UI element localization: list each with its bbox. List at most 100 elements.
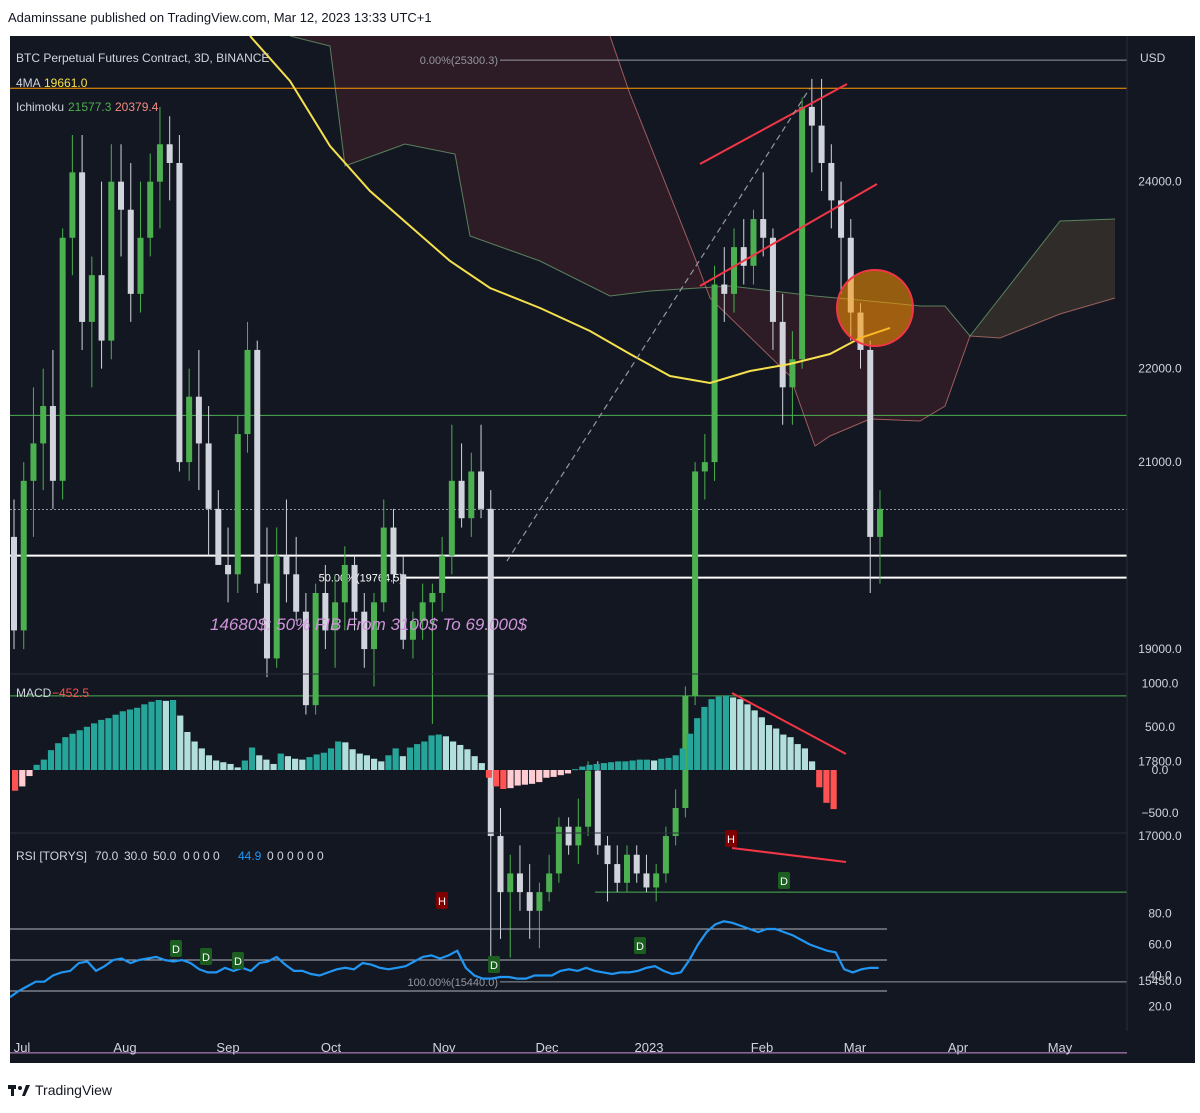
candle-body[interactable] — [876, 508, 883, 537]
candle-body[interactable] — [98, 275, 105, 341]
candle-body[interactable] — [351, 564, 358, 612]
candle-body[interactable] — [487, 508, 494, 837]
candle-body[interactable] — [643, 873, 650, 888]
candle-body[interactable] — [536, 892, 543, 911]
macd-bar — [593, 763, 600, 770]
candle-body[interactable] — [653, 873, 660, 888]
candle-body[interactable] — [808, 106, 815, 126]
macd-bar — [679, 748, 686, 770]
candle-body[interactable] — [273, 555, 280, 659]
candle-body[interactable] — [234, 434, 241, 575]
candle-body[interactable] — [721, 284, 728, 294]
candle-body[interactable] — [516, 873, 523, 893]
rsi-divergence-line[interactable] — [731, 847, 847, 863]
candle-body[interactable] — [88, 275, 95, 322]
candle-body[interactable] — [507, 873, 514, 893]
time-axis-tick[interactable]: 2023 — [635, 1040, 664, 1055]
rsi-label: RSI [TORYS] — [16, 849, 87, 863]
candle-body[interactable] — [283, 555, 290, 575]
time-axis-tick[interactable]: May — [1048, 1040, 1073, 1055]
candle-body[interactable] — [867, 349, 874, 537]
candle-body[interactable] — [215, 508, 222, 565]
candle-body[interactable] — [69, 172, 76, 238]
candle-body[interactable] — [254, 349, 261, 584]
candle-body[interactable] — [30, 443, 37, 481]
candle-body[interactable] — [118, 181, 125, 210]
candle-body[interactable] — [429, 592, 436, 603]
candle-body[interactable] — [312, 592, 319, 706]
candle-body[interactable] — [108, 181, 115, 341]
candle-body[interactable] — [127, 209, 134, 294]
candle-body[interactable] — [799, 106, 806, 360]
candle-body[interactable] — [293, 574, 300, 612]
candle-body[interactable] — [137, 237, 144, 294]
candle-body[interactable] — [380, 527, 387, 603]
time-axis-tick[interactable]: Aug — [113, 1040, 136, 1055]
time-axis-tick[interactable]: Nov — [432, 1040, 456, 1055]
candle-body[interactable] — [40, 406, 47, 444]
candle-body[interactable] — [769, 237, 776, 322]
candle-body[interactable] — [448, 480, 455, 556]
candle-body[interactable] — [186, 396, 193, 463]
candle-body[interactable] — [828, 162, 835, 201]
candle-body[interactable] — [575, 826, 582, 846]
candle-body[interactable] — [59, 237, 66, 481]
rsi-marker-label: D — [490, 960, 498, 972]
candle-body[interactable] — [205, 443, 212, 509]
candle-body[interactable] — [79, 172, 86, 322]
candle-body[interactable] — [49, 406, 56, 481]
candle-body[interactable] — [439, 555, 446, 593]
candle-body[interactable] — [760, 219, 767, 238]
candle-body[interactable] — [565, 826, 572, 846]
candle-body[interactable] — [176, 162, 183, 463]
chart-svg[interactable]: 25000.021500.020492.81d 12h20000.018500.… — [10, 36, 1195, 1063]
candle-body[interactable] — [390, 527, 397, 575]
macd-bar — [327, 748, 335, 770]
time-axis-tick[interactable]: Jul — [14, 1040, 31, 1055]
candle-body[interactable] — [779, 321, 786, 388]
time-axis-tick[interactable]: Dec — [535, 1040, 559, 1055]
highlight-circle[interactable] — [836, 269, 914, 347]
candle-body[interactable] — [594, 770, 601, 846]
candle-body[interactable] — [20, 480, 27, 631]
candle-body[interactable] — [156, 144, 163, 182]
candle-body[interactable] — [623, 854, 630, 883]
time-axis-tick[interactable]: Sep — [216, 1040, 239, 1055]
candle-body[interactable] — [633, 854, 640, 874]
fib-annotation: 14680$: 50% FIB From 3100$ To 69.000$ — [210, 615, 527, 634]
candle-body[interactable] — [478, 471, 485, 509]
candle-body[interactable] — [244, 349, 251, 435]
time-axis-tick[interactable]: Apr — [948, 1040, 969, 1055]
candle-body[interactable] — [692, 471, 699, 696]
time-axis-tick[interactable]: Feb — [751, 1040, 773, 1055]
candle-body[interactable] — [497, 836, 504, 893]
candle-body[interactable] — [701, 462, 708, 472]
time-axis-tick[interactable]: Oct — [321, 1040, 342, 1055]
candle-body[interactable] — [11, 536, 17, 631]
macd-bar — [205, 755, 213, 770]
ichimoku-cloud-fill — [290, 36, 1115, 446]
candle-body[interactable] — [555, 826, 562, 874]
candle-body[interactable] — [341, 564, 348, 603]
candle-body[interactable] — [818, 125, 825, 163]
wedge-upper-trendline[interactable] — [699, 83, 848, 165]
candle-body[interactable] — [750, 219, 757, 266]
candle-body[interactable] — [458, 480, 465, 519]
candle-body[interactable] — [711, 284, 718, 463]
price-axis-tick: 15450.0 — [1138, 974, 1182, 988]
candle-body[interactable] — [614, 864, 621, 883]
candle-body[interactable] — [604, 845, 611, 865]
candle-body[interactable] — [195, 396, 202, 444]
time-axis-tick[interactable]: Mar — [844, 1040, 867, 1055]
candle-body[interactable] — [468, 471, 475, 519]
candle-body[interactable] — [585, 770, 592, 827]
candle-body[interactable] — [147, 181, 154, 238]
candle-body[interactable] — [662, 836, 669, 874]
candle-body[interactable] — [225, 564, 232, 575]
candle-body[interactable] — [731, 247, 738, 294]
rsi-param-1: 70.0 — [95, 849, 119, 863]
candle-body[interactable] — [546, 873, 553, 893]
candle-body[interactable] — [672, 807, 679, 837]
candle-body[interactable] — [526, 892, 533, 911]
candle-body[interactable] — [166, 144, 173, 163]
